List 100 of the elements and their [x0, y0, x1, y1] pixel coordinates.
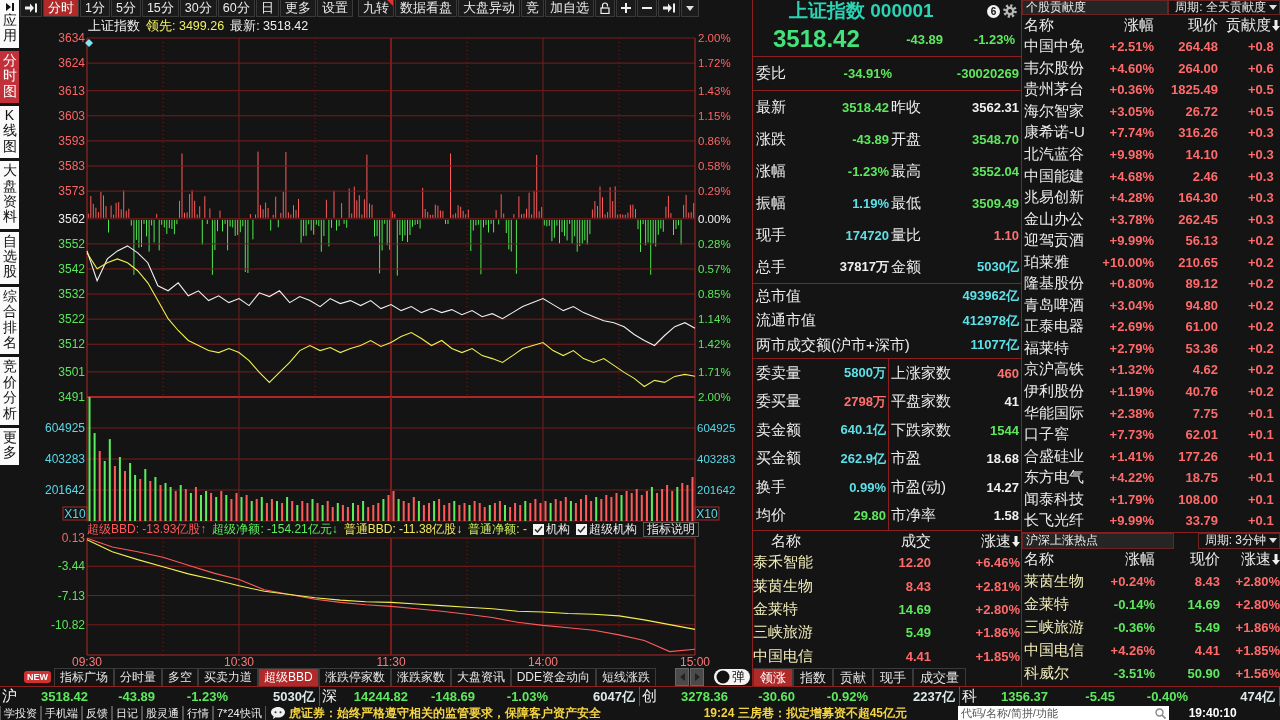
table-cell-text: +9.99%	[1108, 513, 1154, 529]
axis-label: 3542	[58, 261, 85, 276]
table-cell-text: +0.3	[1247, 168, 1275, 184]
stat-value: -34.91%	[842, 66, 892, 81]
stat-label: 换手	[756, 476, 787, 497]
last-price: 3518.42	[773, 25, 861, 53]
table-cell-text: 14.69	[1186, 596, 1220, 612]
index-change: -43.89	[117, 689, 155, 704]
axis-label: 3552	[58, 236, 85, 251]
stat-value: 14.27	[985, 478, 1019, 497]
table-cell-text: +0.8	[1247, 39, 1275, 55]
clock-time: 19:40:10	[1188, 706, 1237, 720]
table-cell-text: +1.56%	[1234, 665, 1280, 681]
table-cell-text: 53.36	[1184, 340, 1218, 356]
table-cell-text: +3.04%	[1108, 297, 1154, 313]
table-cell-text: +0.6	[1247, 60, 1275, 76]
stock-name: 隆基股份	[1023, 274, 1085, 294]
table-cell-text: +1.79%	[1108, 491, 1154, 507]
stock-name: 金莱特	[753, 599, 799, 619]
axis-label: 2.00%	[698, 32, 731, 44]
table-cell-text: +2.80%	[1234, 596, 1280, 612]
table-cell-text: +0.2	[1247, 384, 1275, 399]
stat-label: 涨跌	[756, 129, 787, 149]
index-change-percent: -0.92%	[825, 689, 868, 704]
table-cell-text: +1.85%	[1234, 642, 1280, 658]
table-cell-text: 5.49	[1193, 619, 1220, 635]
table-cell-text: -0.36%	[1112, 619, 1155, 635]
stat-value: 1.10	[992, 227, 1019, 243]
stat-value: 174720	[844, 227, 889, 243]
index-change: -148.69	[429, 689, 475, 704]
market-label: 创	[641, 687, 658, 706]
table-cell-text: -3.51%	[1112, 665, 1155, 681]
indicator-readout: 普通净额: -	[468, 520, 527, 538]
axis-label: 2.00%	[698, 391, 731, 403]
table-cell-text: 210.65	[1177, 254, 1218, 270]
table-cell-text: 62.01	[1184, 427, 1218, 443]
stat-label: 上涨家数	[890, 362, 952, 383]
table-cell-text: +0.5	[1247, 82, 1275, 98]
table-cell-text: +4.26%	[1109, 642, 1155, 658]
stock-name: 中国中免	[1023, 37, 1085, 57]
table-cell-text: 14.69	[897, 601, 931, 617]
table-cell-text: +0.2	[1247, 297, 1275, 313]
table-cell-text: +2.38%	[1108, 405, 1154, 421]
stock-name: 中国电信	[1023, 640, 1085, 660]
stat-label: 委卖量	[756, 362, 802, 383]
table-cell-text: 14.10	[1184, 147, 1218, 162]
table-cell-text: +10.00%	[1101, 254, 1154, 270]
stat-label: 市净率	[890, 505, 937, 526]
table-cell-text: +0.1	[1247, 513, 1275, 529]
indicator-readout: 超级净额: -154.21亿元↓	[212, 520, 338, 538]
stock-name: 东方电气	[1023, 468, 1085, 488]
table-cell-text: 108.00	[1177, 491, 1218, 507]
stat-label: 总手	[756, 257, 787, 277]
stock-name: 中国电信	[753, 646, 814, 666]
axis-label: 3593	[58, 133, 85, 148]
stock-name: 长飞光纤	[1023, 511, 1085, 531]
axis-label: 3634	[58, 31, 85, 45]
table-cell-text: +4.68%	[1108, 168, 1154, 184]
table-cell-text: +0.24%	[1109, 573, 1155, 589]
stat-label: 平盘家数	[890, 391, 952, 412]
table-cell-text: +0.1	[1247, 405, 1275, 421]
table-cell-text: +1.86%	[1234, 619, 1280, 635]
table-cell-text: +2.51%	[1108, 39, 1154, 55]
stock-name: 珀莱雅	[1023, 252, 1070, 272]
stock-name: 合盛硅业	[1023, 446, 1085, 466]
stat-value: 11077亿	[969, 336, 1019, 355]
table-cell-text: 264.48	[1177, 39, 1218, 55]
axis-label: 201642	[44, 483, 85, 497]
market-label: 沪	[1, 687, 18, 706]
table-cell-text: +2.79%	[1108, 340, 1154, 356]
stat-value: 5030亿	[976, 258, 1019, 276]
time-label: 15:00	[680, 655, 710, 669]
table-cell-text: +4.60%	[1108, 60, 1154, 76]
stat-value: -1.23%	[846, 163, 889, 179]
stock-name: 中国能建	[1023, 166, 1085, 186]
table-cell-text: +0.2	[1247, 362, 1275, 378]
stat-label: 市盈(动)	[890, 476, 947, 497]
stat-value: 262.9亿	[813, 444, 889, 473]
table-cell-text: +0.5	[1247, 103, 1275, 119]
stock-name: 莱茵生物	[753, 576, 814, 596]
stat-label: 涨幅	[756, 161, 787, 181]
stock-name: 青岛啤酒	[1023, 295, 1085, 315]
table-cell-text: 4.62	[1191, 362, 1218, 378]
stat-value: 2798万	[813, 387, 889, 416]
table-cell-text: +2.69%	[1108, 319, 1154, 335]
stock-name: 三峡旅游	[753, 623, 814, 643]
axis-label: 3512	[58, 337, 85, 352]
turnover-value: 2237亿	[912, 687, 956, 706]
table-cell-text: 50.90	[1186, 665, 1220, 681]
price-change: -43.89	[905, 31, 943, 47]
axis-label: 604925	[697, 422, 736, 434]
table-cell-text: 26.72	[1184, 103, 1218, 119]
table-cell-text: +0.2	[1247, 319, 1275, 335]
table-cell-text: +0.2	[1247, 276, 1275, 292]
stock-name: 泰禾智能	[753, 553, 814, 573]
table-cell-text: +9.99%	[1108, 233, 1154, 249]
axis-label: 403283	[44, 452, 85, 466]
axis-label: 0.58%	[698, 160, 731, 173]
stat-label: 昨收	[890, 97, 922, 117]
stat-label: 委买量	[756, 391, 802, 412]
